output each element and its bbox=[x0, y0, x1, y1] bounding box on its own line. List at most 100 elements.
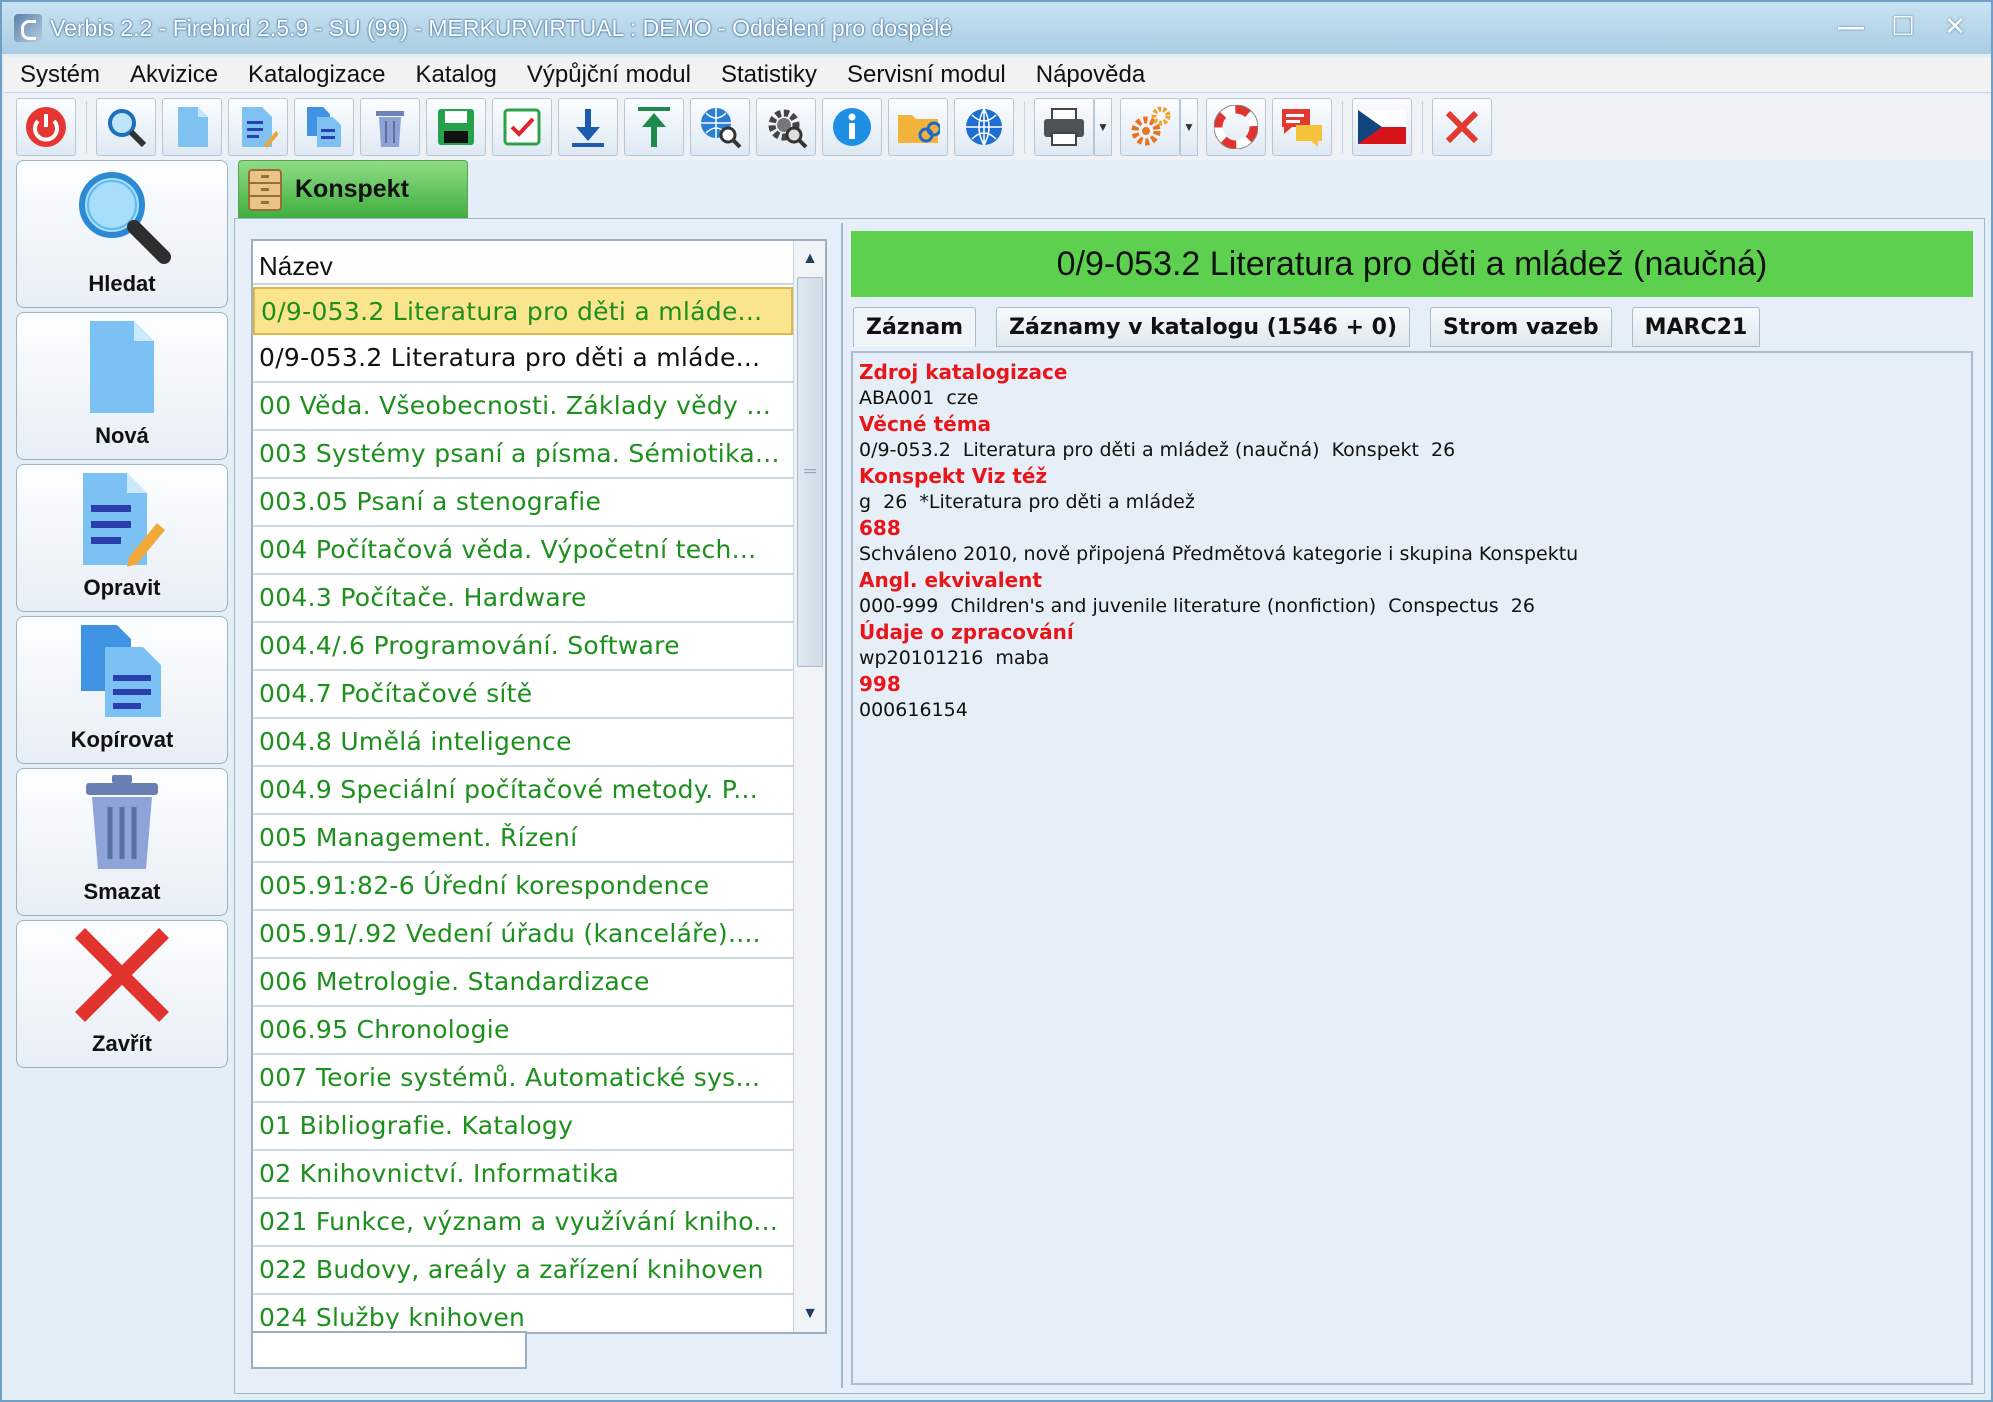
minimize-button[interactable]: — bbox=[1837, 11, 1865, 41]
toolbar-separator bbox=[1024, 101, 1034, 153]
detail-tabs: Záznam Záznamy v katalogu (1546 + 0) Str… bbox=[853, 307, 1780, 349]
tab-strom-vazeb[interactable]: Strom vazeb bbox=[1430, 307, 1612, 347]
konspekt-list: Název 0/9-053.2 Literatura pro děti a ml… bbox=[251, 239, 827, 1334]
list-item[interactable]: 006.95 Chronologie bbox=[253, 1007, 793, 1055]
new-button[interactable] bbox=[162, 98, 222, 156]
list-item[interactable]: 024 Služby knihoven bbox=[253, 1295, 793, 1329]
zavrit-button[interactable]: Zavřít bbox=[16, 920, 228, 1068]
list-item[interactable]: 004.7 Počítačové sítě bbox=[253, 671, 793, 719]
edit-document-icon bbox=[83, 473, 165, 567]
language-button[interactable] bbox=[1352, 98, 1412, 156]
sidebar-button-label: Zavřít bbox=[92, 1031, 152, 1056]
exit-button[interactable] bbox=[1432, 98, 1492, 156]
maximize-button[interactable]: ☐ bbox=[1889, 11, 1917, 41]
list-item[interactable]: 004.3 Počítače. Hardware bbox=[253, 575, 793, 623]
power-button[interactable] bbox=[16, 98, 76, 156]
list-item[interactable]: 022 Budovy, areály a zařízení knihoven bbox=[253, 1247, 793, 1295]
messages-button[interactable] bbox=[1272, 98, 1332, 156]
kopirovat-button[interactable]: Kopírovat bbox=[16, 616, 228, 764]
menu-vypujcni-modul[interactable]: Výpůjční modul bbox=[511, 61, 705, 89]
record-title: 0/9-053.2 Literatura pro děti a mládež (… bbox=[851, 231, 1973, 297]
list-item[interactable]: 004.8 Umělá inteligence bbox=[253, 719, 793, 767]
help-button[interactable] bbox=[1206, 98, 1266, 156]
delete-button[interactable] bbox=[360, 98, 420, 156]
toolbar-separator bbox=[86, 101, 96, 153]
list-item[interactable]: 0/9-053.2 Literatura pro děti a mláde... bbox=[253, 335, 793, 383]
list-item[interactable]: 003.05 Psaní a stenografie bbox=[253, 479, 793, 527]
list-item[interactable]: 004.4/.6 Programování. Software bbox=[253, 623, 793, 671]
lifebuoy-icon bbox=[1214, 105, 1258, 149]
list-item[interactable]: 004 Počítačová věda. Výpočetní tech... bbox=[253, 527, 793, 575]
copy-button[interactable] bbox=[294, 98, 354, 156]
upload-icon bbox=[638, 107, 670, 147]
tab-zaznamy-v-katalogu[interactable]: Záznamy v katalogu (1546 + 0) bbox=[996, 307, 1411, 347]
field-label: 688 bbox=[859, 516, 901, 540]
field-label: Zdroj katalogizace bbox=[859, 360, 1068, 384]
copy-document-icon bbox=[81, 625, 161, 717]
list-item[interactable]: 0/9-053.2 Literatura pro děti a mláde... bbox=[253, 287, 793, 335]
print-button[interactable] bbox=[1034, 98, 1094, 156]
toolbar-separator bbox=[1422, 101, 1432, 153]
edit-document-icon bbox=[242, 107, 278, 148]
list-scrollbar[interactable]: ▲ ═ ▼ bbox=[793, 241, 825, 1332]
new-document-icon bbox=[90, 321, 154, 413]
field-label: Věcné téma bbox=[859, 412, 992, 436]
hledat-button[interactable]: Hledat bbox=[16, 160, 228, 308]
confirm-button[interactable] bbox=[492, 98, 552, 156]
nova-button[interactable]: Nová bbox=[16, 312, 228, 460]
edit-button[interactable] bbox=[228, 98, 288, 156]
menu-katalog[interactable]: Katalog bbox=[399, 61, 510, 89]
list-item[interactable]: 021 Funkce, význam a využívání kniho... bbox=[253, 1199, 793, 1247]
info-button[interactable] bbox=[822, 98, 882, 156]
import-button[interactable] bbox=[558, 98, 618, 156]
column-header-nazev[interactable]: Název bbox=[253, 241, 825, 285]
web-button[interactable] bbox=[954, 98, 1014, 156]
menu-statistiky[interactable]: Statistiky bbox=[705, 61, 831, 89]
list-item[interactable]: 003 Systémy psaní a písma. Sémiotika... bbox=[253, 431, 793, 479]
close-icon bbox=[1445, 110, 1479, 144]
list-item[interactable]: 006 Metrologie. Standardizace bbox=[253, 959, 793, 1007]
opravit-button[interactable]: Opravit bbox=[16, 464, 228, 612]
magnifier-icon bbox=[79, 172, 171, 264]
list-item[interactable]: 00 Věda. Všeobecnosti. Základy vědy ... bbox=[253, 383, 793, 431]
search-button[interactable] bbox=[96, 98, 156, 156]
web-search-button[interactable] bbox=[690, 98, 750, 156]
menu-servisni-modul[interactable]: Servisní modul bbox=[831, 61, 1020, 89]
sidebar-button-label: Hledat bbox=[88, 271, 156, 296]
list-item[interactable]: 02 Knihovnictví. Informatika bbox=[253, 1151, 793, 1199]
tab-zaznam[interactable]: Záznam bbox=[853, 307, 977, 347]
settings-button[interactable] bbox=[1120, 98, 1180, 156]
tab-konspekt[interactable]: Konspekt bbox=[238, 160, 468, 218]
menu-system[interactable]: Systém bbox=[4, 61, 114, 89]
menu-napoveda[interactable]: Nápověda bbox=[1020, 61, 1159, 89]
tab-marc21[interactable]: MARC21 bbox=[1631, 307, 1761, 347]
list-item[interactable]: 005.91/.92 Vedení úřadu (kanceláře).... bbox=[253, 911, 793, 959]
list-item[interactable]: 005.91:82-6 Úřední korespondence bbox=[253, 863, 793, 911]
settings-dropdown-button[interactable]: ▼ bbox=[1180, 98, 1198, 156]
menu-katalogizace[interactable]: Katalogizace bbox=[232, 61, 399, 89]
print-dropdown-button[interactable]: ▼ bbox=[1094, 98, 1112, 156]
scroll-thumb[interactable]: ═ bbox=[797, 277, 823, 667]
close-window-button[interactable]: ✕ bbox=[1941, 11, 1969, 41]
list-item[interactable]: 01 Bibliografie. Katalogy bbox=[253, 1103, 793, 1151]
linked-folder-button[interactable] bbox=[888, 98, 948, 156]
settings-search-button[interactable] bbox=[756, 98, 816, 156]
field-value: Schváleno 2010, nově připojená Předmětov… bbox=[859, 543, 1579, 565]
list-item[interactable]: 007 Teorie systémů. Automatické sys... bbox=[253, 1055, 793, 1103]
scroll-up-icon[interactable]: ▲ bbox=[794, 243, 826, 275]
download-icon bbox=[572, 109, 604, 147]
new-document-icon bbox=[178, 107, 208, 147]
save-button[interactable] bbox=[426, 98, 486, 156]
smazat-button[interactable]: Smazat bbox=[16, 768, 228, 916]
search-input[interactable] bbox=[253, 1333, 525, 1367]
export-button[interactable] bbox=[624, 98, 684, 156]
scroll-down-icon[interactable]: ▼ bbox=[794, 1298, 826, 1330]
toolbar: ▼ ▼ bbox=[4, 94, 1991, 160]
list-search-field[interactable] bbox=[251, 1331, 527, 1369]
list-item[interactable]: 005 Management. Řízení bbox=[253, 815, 793, 863]
title-bar: Verbis 2.2 - Firebird 2.5.9 - SU (99) - … bbox=[2, 2, 1991, 54]
list-item[interactable]: 004.9 Speciální počítačové metody. P... bbox=[253, 767, 793, 815]
field-value: wp20101216 maba bbox=[859, 647, 1050, 669]
field-value: ABA001 cze bbox=[859, 387, 979, 409]
menu-akvizice[interactable]: Akvizice bbox=[114, 61, 232, 89]
